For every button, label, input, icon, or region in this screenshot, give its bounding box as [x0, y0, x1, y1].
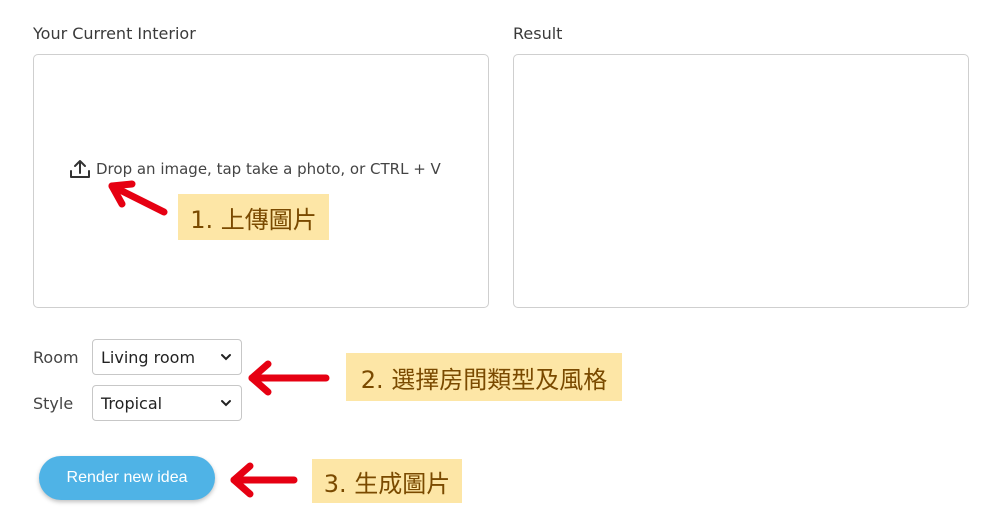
- style-label: Style: [33, 394, 74, 413]
- result-panel: [513, 54, 969, 308]
- current-interior-title: Your Current Interior: [33, 24, 196, 43]
- room-select-value: Living room: [101, 347, 196, 367]
- room-select[interactable]: Living room: [92, 339, 242, 375]
- style-select-value: Tropical: [101, 393, 163, 413]
- room-label: Room: [33, 348, 79, 367]
- annotation-step-1: 1. 上傳圖片: [178, 194, 329, 240]
- style-select[interactable]: Tropical: [92, 385, 242, 421]
- arrow-icon: [248, 360, 330, 396]
- chevron-down-icon: [221, 354, 231, 361]
- annotation-step-2: 2. 選擇房間類型及風格: [346, 353, 622, 401]
- annotation-step-3: 3. 生成圖片: [312, 459, 462, 503]
- render-new-idea-button[interactable]: Render new idea: [39, 456, 215, 500]
- chevron-down-icon: [221, 400, 231, 407]
- upload-icon[interactable]: [68, 157, 92, 181]
- result-title: Result: [513, 24, 563, 43]
- upload-dropzone[interactable]: Drop an image, tap take a photo, or CTRL…: [33, 54, 489, 308]
- arrow-icon: [108, 180, 168, 216]
- arrow-icon: [230, 462, 298, 498]
